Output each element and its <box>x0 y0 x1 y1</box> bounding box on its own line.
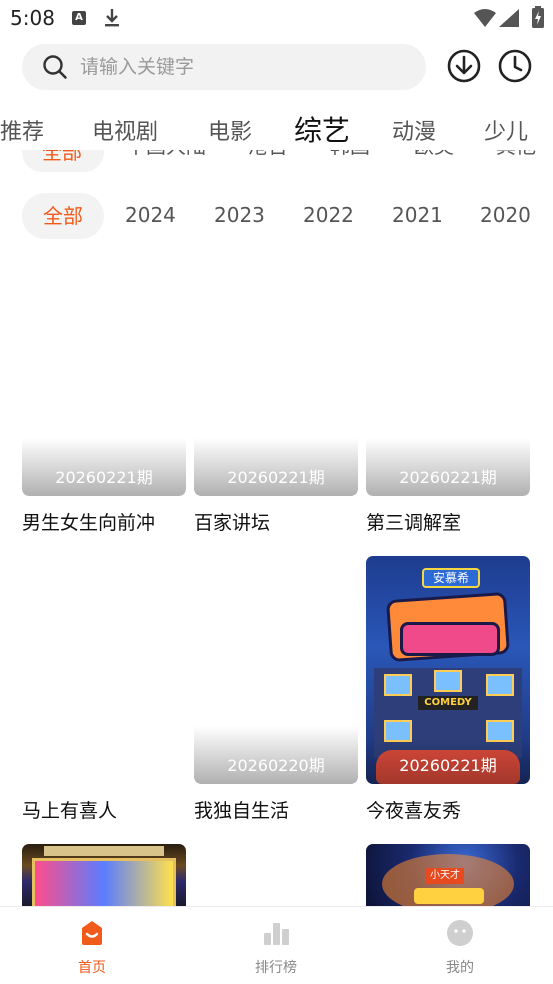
region-chip-other[interactable]: 其他 <box>496 150 536 159</box>
show-poster[interactable]: 20260220期 <box>194 538 358 784</box>
status-bar: 5:08 A <box>0 0 553 36</box>
search-bar[interactable] <box>22 44 426 90</box>
episode-label: 20260221期 <box>399 756 497 775</box>
show-poster[interactable] <box>22 844 186 906</box>
episode-label: 20260221期 <box>227 468 325 487</box>
poster-caption <box>44 846 164 856</box>
episode-label: 20260220期 <box>227 756 325 775</box>
region-chip-western[interactable]: 欧美 <box>414 150 454 159</box>
episode-label: 20260221期 <box>399 468 497 487</box>
poster-window <box>434 670 462 692</box>
clock-icon <box>498 49 532 83</box>
tab-movies[interactable]: 电影 <box>208 114 252 146</box>
nav-label: 首页 <box>78 960 106 976</box>
download-button[interactable] <box>446 48 482 84</box>
region-filter-row: 全部 中国大陆 港台 韩国 欧美 其他 <box>0 150 553 180</box>
download-notification-icon <box>104 8 120 32</box>
category-tabs: 推荐 电视剧 电影 综艺 动漫 少儿 <box>0 104 553 156</box>
tab-variety[interactable]: 综艺 <box>294 109 350 149</box>
profile-icon <box>446 919 474 947</box>
year-chip-2021[interactable]: 2021 <box>392 203 443 227</box>
show-poster[interactable]: 20260221期 <box>366 250 530 496</box>
ranking-icon <box>262 919 290 947</box>
poster-sponsor-tag: 小天才 <box>426 868 464 884</box>
show-poster[interactable]: 20260221期 <box>22 250 186 496</box>
show-title[interactable]: 第三调解室 <box>366 508 461 535</box>
battery-icon <box>532 6 544 32</box>
nav-profile[interactable]: 我的 <box>400 907 520 984</box>
nav-home[interactable]: 首页 <box>32 907 152 984</box>
show-title[interactable]: 百家讲坛 <box>194 508 270 535</box>
history-button[interactable] <box>497 48 533 84</box>
signal-icon <box>499 9 519 31</box>
show-title[interactable]: 马上有喜人 <box>22 796 117 823</box>
show-poster[interactable] <box>22 538 186 784</box>
poster-headline <box>414 888 484 904</box>
region-chip-korea[interactable]: 韩国 <box>330 150 370 159</box>
nav-label: 排行榜 <box>255 960 297 976</box>
tab-kids[interactable]: 少儿 <box>484 114 528 146</box>
poster-window <box>486 674 514 696</box>
tab-tv-series[interactable]: 电视剧 <box>92 114 158 146</box>
region-chip-mainland[interactable]: 中国大陆 <box>126 150 206 159</box>
download-icon <box>447 49 481 83</box>
show-title[interactable]: 我独自生活 <box>194 796 289 823</box>
poster-stage-frame <box>32 858 176 906</box>
show-poster[interactable]: 20260221期 <box>194 250 358 496</box>
poster-logo-lower <box>400 622 500 656</box>
search-icon <box>42 54 68 84</box>
show-title[interactable]: 今夜喜友秀 <box>366 796 461 823</box>
show-poster[interactable]: 安慕希 COMEDY 20260221期 <box>366 556 530 784</box>
status-time: 5:08 <box>10 6 55 30</box>
poster-window <box>384 674 412 696</box>
notification-a-icon: A <box>72 11 86 25</box>
nav-label: 我的 <box>446 960 474 976</box>
nav-ranking[interactable]: 排行榜 <box>216 907 336 984</box>
show-poster[interactable]: 小天才 <box>366 844 530 906</box>
wifi-icon <box>474 9 496 31</box>
year-chip-2020[interactable]: 2020 <box>480 203 531 227</box>
tab-recommend[interactable]: 推荐 <box>0 114 44 146</box>
home-icon <box>78 919 106 947</box>
episode-label: 20260221期 <box>55 468 153 487</box>
year-filter-row: 全部 2024 2023 2022 2021 2020 <box>0 193 553 239</box>
app-screen: 5:08 A 推荐 电视剧 电影 综艺 动漫 少儿 <box>0 0 553 984</box>
tab-anime[interactable]: 动漫 <box>392 114 436 146</box>
poster-comedy-sign: COMEDY <box>418 696 478 710</box>
year-chip-2023[interactable]: 2023 <box>214 203 265 227</box>
year-chip-all[interactable]: 全部 <box>22 193 104 239</box>
poster-sponsor-tag: 安慕希 <box>422 568 480 588</box>
search-input[interactable] <box>80 44 410 90</box>
show-title[interactable]: 男生女生向前冲 <box>22 508 155 535</box>
region-chip-label: 全部 <box>42 150 82 164</box>
bottom-nav: 首页 排行榜 我的 <box>0 906 553 984</box>
region-chip-hk-tw[interactable]: 港台 <box>248 150 288 159</box>
region-chip-all[interactable]: 全部 <box>22 150 104 172</box>
year-chip-2024[interactable]: 2024 <box>125 203 176 227</box>
year-chip-2022[interactable]: 2022 <box>303 203 354 227</box>
